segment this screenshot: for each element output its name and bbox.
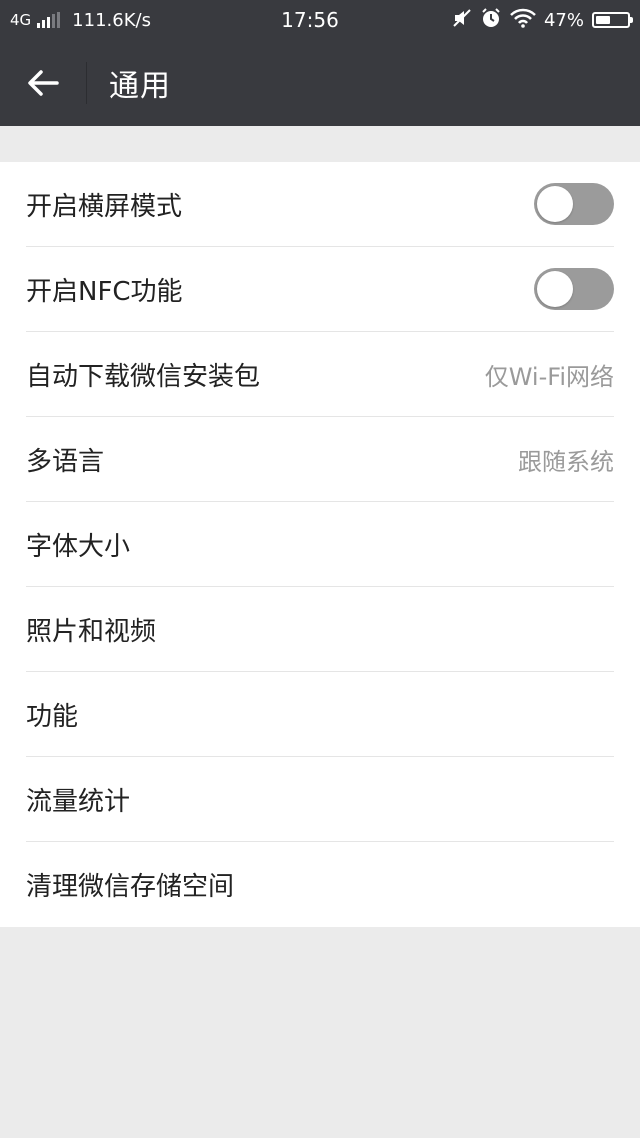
setting-label: 功能 [26, 701, 79, 732]
setting-label: 字体大小 [26, 531, 131, 562]
page-title: 通用 [109, 69, 171, 104]
setting-auto-download[interactable]: 自动下载微信安装包 仅Wi-Fi网络 [26, 332, 614, 417]
battery-percent: 47% [543, 9, 584, 31]
setting-label: 开启横屏模式 [26, 191, 183, 222]
setting-language[interactable]: 多语言 跟随系统 [26, 417, 614, 502]
setting-label: 自动下载微信安装包 [26, 361, 261, 392]
nfc-toggle[interactable] [534, 268, 614, 310]
landscape-toggle[interactable] [534, 183, 614, 225]
header-divider [86, 62, 87, 104]
status-left: 4G 111.6K/s [10, 10, 230, 31]
setting-label: 流量统计 [26, 786, 131, 817]
mute-icon [452, 8, 472, 33]
setting-data-usage[interactable]: 流量统计 [26, 757, 614, 842]
setting-features[interactable]: 功能 [26, 672, 614, 757]
setting-value: 跟随系统 [518, 447, 614, 476]
toggle-knob [537, 186, 573, 222]
setting-font-size[interactable]: 字体大小 [26, 502, 614, 587]
setting-label: 开启NFC功能 [26, 276, 183, 307]
arrow-left-icon [28, 70, 59, 96]
setting-clear-storage[interactable]: 清理微信存储空间 [26, 842, 614, 927]
clock: 17:56 [281, 8, 339, 32]
battery-icon [592, 12, 633, 28]
setting-label: 清理微信存储空间 [26, 872, 235, 902]
setting-photos-videos[interactable]: 照片和视频 [26, 587, 614, 672]
status-right: 47% [410, 7, 633, 34]
setting-label: 多语言 [26, 446, 105, 477]
setting-value: 仅Wi-Fi网络 [484, 362, 614, 391]
signal-icon [37, 12, 61, 28]
network-type: 4G [10, 11, 32, 29]
wifi-icon [510, 8, 536, 33]
status-bar: 4G 111.6K/s 17:56 47% [0, 0, 640, 40]
toggle-knob [537, 271, 573, 307]
setting-label: 照片和视频 [26, 616, 157, 647]
settings-list: 开启横屏模式 开启NFC功能 自动下载微信安装包 仅Wi-Fi网络 多语言 跟随… [0, 162, 640, 927]
app-bar: 通用 [0, 40, 640, 126]
back-button[interactable] [0, 40, 86, 126]
alarm-icon [480, 7, 502, 34]
setting-nfc[interactable]: 开启NFC功能 [26, 247, 614, 332]
setting-landscape-mode[interactable]: 开启横屏模式 [26, 162, 614, 247]
network-speed: 111.6K/s [72, 9, 151, 31]
battery-fill [596, 16, 611, 24]
